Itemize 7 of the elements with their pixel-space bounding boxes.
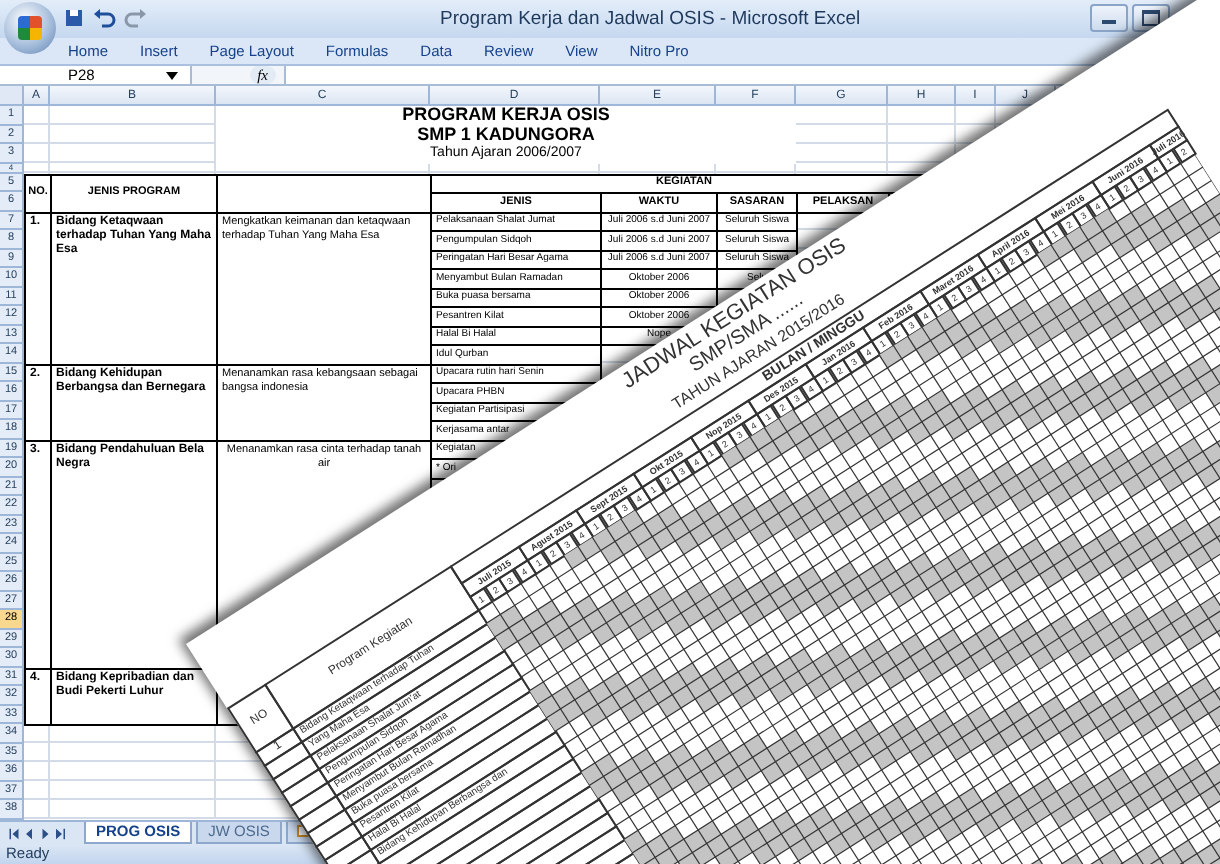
save-icon[interactable] [64,8,84,29]
dropdown-icon [166,71,178,80]
minimize-button[interactable] [1090,4,1128,32]
undo-icon[interactable] [92,8,116,29]
office-button[interactable] [4,2,56,54]
window-title: Program Kerja dan Jadwal OSIS - Microsoft Excel [440,8,861,30]
sheet-navigation-icon[interactable] [8,827,68,840]
